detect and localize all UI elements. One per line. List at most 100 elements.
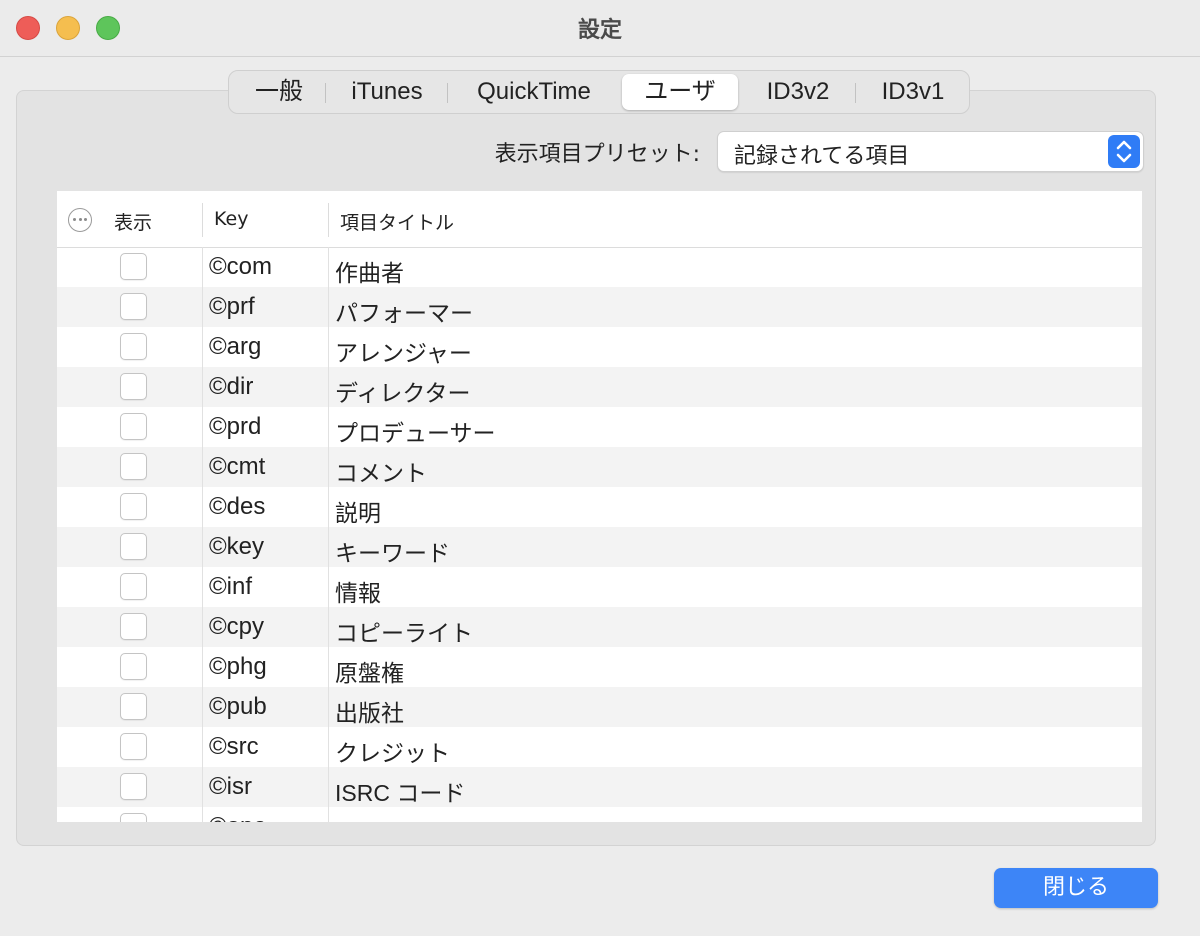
title-cell[interactable]: プロデューサー <box>335 414 496 448</box>
column-divider <box>328 367 329 407</box>
key-cell: ©ope <box>209 813 267 822</box>
column-divider <box>202 487 203 527</box>
title-cell[interactable]: 説明 <box>335 494 381 528</box>
column-divider <box>202 527 203 567</box>
title-cell[interactable]: 作曲者 <box>335 254 404 288</box>
column-divider[interactable] <box>328 203 329 237</box>
show-checkbox[interactable] <box>120 733 147 760</box>
table-row[interactable]: ©com 作曲者 <box>57 247 1142 287</box>
show-checkbox[interactable] <box>120 573 147 600</box>
show-checkbox[interactable] <box>120 653 147 680</box>
preset-label: 表示項目プリセット: <box>494 142 700 167</box>
show-checkbox[interactable] <box>120 773 147 800</box>
column-divider <box>202 767 203 807</box>
show-checkbox[interactable] <box>120 413 147 440</box>
column-divider <box>202 687 203 727</box>
key-cell: ©com <box>209 253 273 280</box>
column-divider[interactable] <box>202 203 203 237</box>
column-header-title[interactable]: 項目タイトル <box>340 208 454 235</box>
title-cell[interactable]: キーワード <box>335 534 450 568</box>
title-cell[interactable]: オリジナルアーティスト <box>335 814 585 822</box>
title-cell[interactable]: 出版社 <box>335 694 404 728</box>
show-checkbox[interactable] <box>120 373 147 400</box>
show-checkbox[interactable] <box>120 813 147 822</box>
preset-select[interactable]: 記録されてる項目 <box>717 131 1144 172</box>
title-cell[interactable]: 原盤権 <box>335 654 404 688</box>
table-row[interactable]: ©phg 原盤権 <box>57 647 1142 687</box>
up-down-chevron-icon <box>1108 135 1140 168</box>
tab-divider <box>855 83 856 103</box>
column-divider <box>202 247 203 287</box>
window-title: 設定 <box>577 18 622 43</box>
table-row[interactable]: ©isr ISRC コード <box>57 767 1142 807</box>
show-checkbox[interactable] <box>120 253 147 280</box>
table-row[interactable]: ©arg アレンジャー <box>57 327 1142 367</box>
key-cell: ©pub <box>209 693 267 720</box>
table-row[interactable]: ©prd プロデューサー <box>57 407 1142 447</box>
column-divider <box>202 327 203 367</box>
title-cell[interactable]: 情報 <box>335 574 381 608</box>
key-cell: ©phg <box>209 653 267 680</box>
column-divider <box>202 447 203 487</box>
table-row[interactable]: ©dir ディレクター <box>57 367 1142 407</box>
show-checkbox[interactable] <box>120 533 147 560</box>
title-cell[interactable]: コピーライト <box>335 614 473 648</box>
title-cell[interactable]: パフォーマー <box>335 294 473 328</box>
column-divider <box>202 727 203 767</box>
table-row[interactable]: ©prf パフォーマー <box>57 287 1142 327</box>
column-divider <box>328 807 329 822</box>
table-row[interactable]: ©cmt コメント <box>57 447 1142 487</box>
table-row[interactable]: ©cpy コピーライト <box>57 607 1142 647</box>
column-divider <box>328 487 329 527</box>
show-checkbox[interactable] <box>120 333 147 360</box>
column-divider <box>328 767 329 807</box>
show-checkbox[interactable] <box>120 693 147 720</box>
close-button[interactable]: 閉じる <box>994 868 1158 908</box>
key-cell: ©prf <box>209 293 255 320</box>
show-checkbox[interactable] <box>120 453 147 480</box>
column-divider <box>328 607 329 647</box>
title-cell[interactable]: ディレクター <box>335 374 470 408</box>
key-cell: ©inf <box>209 573 253 600</box>
title-cell[interactable]: ISRC コード <box>335 774 465 808</box>
table-header: 表示 Key 項目タイトル <box>57 191 1142 248</box>
column-divider <box>202 287 203 327</box>
key-cell: ©cmt <box>209 453 266 480</box>
key-cell: ©arg <box>209 333 262 360</box>
tab-quicktime[interactable]: QuickTime <box>463 74 605 110</box>
more-options-icon[interactable] <box>68 208 92 232</box>
table-row[interactable]: ©des 説明 <box>57 487 1142 527</box>
column-divider <box>328 247 329 287</box>
column-divider <box>202 567 203 607</box>
column-divider <box>202 607 203 647</box>
key-cell: ©dir <box>209 373 254 400</box>
table-row[interactable]: ©src クレジット <box>57 727 1142 767</box>
column-divider <box>202 407 203 447</box>
key-cell: ©isr <box>209 773 253 800</box>
show-checkbox[interactable] <box>120 613 147 640</box>
tab-bar: 一般 iTunes QuickTime ユーザ ID3v2 ID3v1 <box>228 70 970 114</box>
tab-id3v1[interactable]: ID3v1 <box>869 74 957 110</box>
show-checkbox[interactable] <box>120 493 147 520</box>
table-row[interactable]: ©pub 出版社 <box>57 687 1142 727</box>
column-header-show[interactable]: 表示 <box>114 208 152 235</box>
title-cell[interactable]: アレンジャー <box>335 334 472 368</box>
tab-divider <box>447 83 448 103</box>
table-row[interactable]: ©inf 情報 <box>57 567 1142 607</box>
title-cell[interactable]: コメント <box>335 454 427 488</box>
tab-general[interactable]: 一般 <box>243 74 315 110</box>
table-row[interactable]: ©ope オリジナルアーティスト <box>57 807 1142 822</box>
column-divider <box>328 567 329 607</box>
title-cell[interactable]: クレジット <box>335 734 450 768</box>
column-divider <box>328 687 329 727</box>
show-checkbox[interactable] <box>120 293 147 320</box>
tab-user[interactable]: ユーザ <box>622 74 738 110</box>
table-row[interactable]: ©key キーワード <box>57 527 1142 567</box>
title-bar: 設定 <box>0 0 1200 57</box>
tab-id3v2[interactable]: ID3v2 <box>753 74 843 110</box>
column-header-key[interactable]: Key <box>214 208 248 230</box>
tab-itunes[interactable]: iTunes <box>337 74 437 110</box>
preset-selected-value: 記録されてる項目 <box>734 144 910 169</box>
column-divider <box>328 327 329 367</box>
fields-table: 表示 Key 項目タイトル ©com 作曲者 ©prf パフォーマー ©arg アレンジャ… <box>57 191 1142 822</box>
